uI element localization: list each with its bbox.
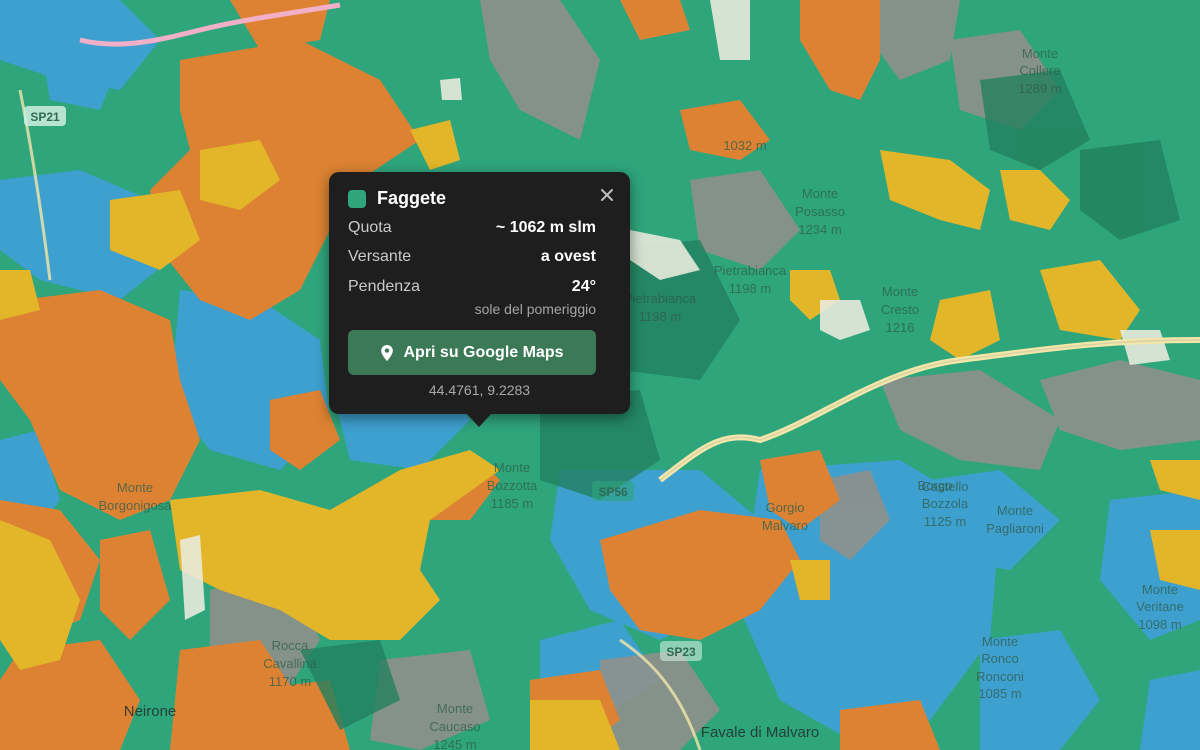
svg-text:Monte: Monte — [997, 503, 1033, 518]
road-badge-sp23: SP23 — [660, 641, 702, 661]
svg-text:Collere: Collere — [1019, 63, 1060, 78]
svg-text:Monte: Monte — [437, 701, 473, 716]
close-button[interactable] — [596, 184, 618, 206]
road-badge-sp56: SP56 — [592, 481, 634, 501]
svg-text:Monte: Monte — [1022, 46, 1058, 61]
svg-text:Monte: Monte — [882, 284, 918, 299]
svg-text:1234 m: 1234 m — [798, 222, 841, 237]
svg-text:1198 m: 1198 m — [729, 281, 771, 296]
svg-text:Cavallina: Cavallina — [263, 656, 317, 671]
svg-text:Posasso: Posasso — [795, 204, 845, 219]
svg-text:Ronco: Ronco — [981, 651, 1019, 666]
svg-text:1289 m: 1289 m — [1018, 81, 1061, 96]
svg-text:Monte: Monte — [802, 186, 838, 201]
popup-title: Faggete — [377, 188, 447, 208]
svg-text:1216: 1216 — [886, 320, 915, 335]
svg-text:Rocca: Rocca — [272, 638, 310, 653]
svg-text:Bozzola: Bozzola — [922, 496, 969, 511]
road-badge-sp21: SP21 — [24, 106, 66, 126]
svg-text:1098 m: 1098 m — [1138, 617, 1181, 632]
sun-note: sole del pomeriggio — [474, 301, 596, 317]
svg-text:Caucaso: Caucaso — [429, 719, 480, 734]
aspect-row: Versante a ovest — [348, 248, 596, 266]
svg-text:Monte: Monte — [494, 460, 530, 475]
svg-text:1185 m: 1185 m — [491, 496, 533, 511]
open-google-maps-label: Apri su Google Maps — [403, 343, 564, 361]
svg-text:SP23: SP23 — [666, 645, 696, 659]
svg-text:1245 m: 1245 m — [433, 737, 476, 750]
svg-text:Bozzotta: Bozzotta — [487, 478, 538, 493]
svg-text:Pietrabianca: Pietrabianca — [714, 263, 787, 278]
aspect-value: a ovest — [540, 248, 596, 265]
info-popup: Faggete Quota ~ 1062 m slm Versante a ov… — [329, 172, 630, 427]
svg-text:Ronconi: Ronconi — [976, 669, 1024, 684]
svg-text:Gorgio: Gorgio — [765, 500, 804, 515]
svg-text:Favale di Malvaro: Favale di Malvaro — [701, 724, 819, 741]
close-icon[interactable] — [596, 184, 618, 206]
elevation-row: Quota ~ 1062 m slm — [348, 219, 596, 237]
svg-text:1170 m: 1170 m — [269, 674, 311, 689]
svg-text:Pagliaroni: Pagliaroni — [986, 521, 1044, 536]
open-google-maps-button[interactable]: Apri su Google Maps — [348, 330, 596, 375]
aspect-label: Versante — [348, 248, 412, 265]
svg-text:SP56: SP56 — [598, 485, 628, 499]
slope-label: Pendenza — [348, 278, 421, 295]
svg-text:Cresto: Cresto — [881, 302, 919, 317]
svg-text:Castello: Castello — [922, 479, 969, 494]
svg-text:Monte: Monte — [982, 634, 1018, 649]
map-pin-icon — [380, 344, 394, 362]
svg-text:Malvaro: Malvaro — [762, 518, 808, 533]
forest-type-swatch — [348, 189, 366, 208]
slope-row: Pendenza 24° — [348, 278, 596, 296]
svg-text:Veritane: Veritane — [1136, 599, 1184, 614]
svg-text:1085 m: 1085 m — [978, 686, 1021, 701]
svg-text:Neirone: Neirone — [124, 703, 177, 720]
elevation-value: ~ 1062 m slm — [495, 219, 596, 236]
popup-header: Faggete — [348, 188, 446, 209]
svg-text:SP21: SP21 — [30, 110, 60, 124]
popup-pointer — [466, 413, 492, 427]
svg-text:Pietrabianca: Pietrabianca — [624, 291, 697, 306]
svg-text:1198 m: 1198 m — [639, 309, 681, 324]
coordinates-text: 44.4761, 9.2283 — [428, 382, 531, 398]
svg-text:Borgonigosa: Borgonigosa — [99, 498, 173, 513]
svg-text:1125 m: 1125 m — [924, 514, 966, 529]
svg-text:1032 m: 1032 m — [723, 138, 766, 153]
svg-text:Monte: Monte — [1142, 582, 1178, 597]
slope-value: 24° — [571, 278, 596, 295]
svg-text:Monte: Monte — [117, 480, 153, 495]
elevation-label: Quota — [348, 219, 392, 236]
